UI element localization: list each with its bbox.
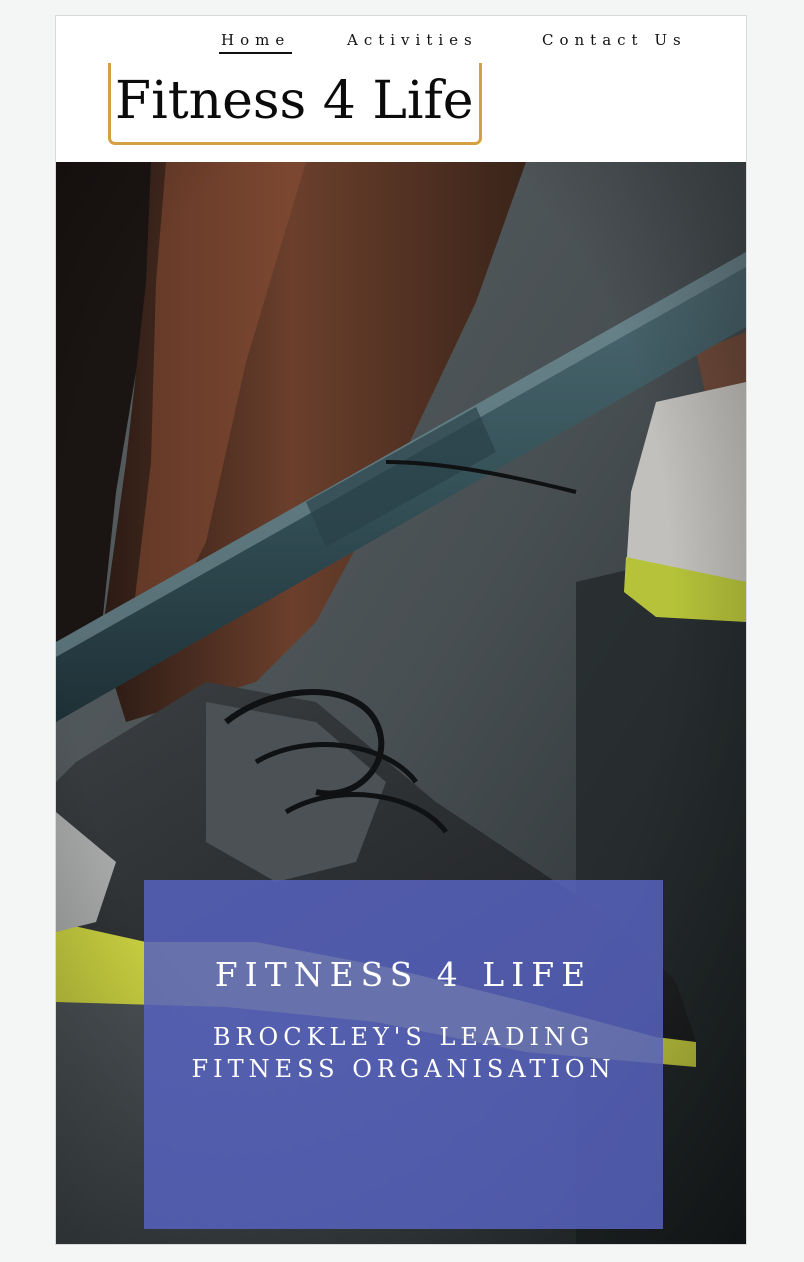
hero-section: FITNESS 4 LIFE BROCKLEY'S LEADING FITNES…	[56, 162, 746, 1244]
nav-link-activities[interactable]: Activities	[347, 30, 478, 50]
nav-link-home[interactable]: Home	[218, 30, 293, 54]
browser-viewport: Home Activities Contact Us Fitness 4 Lif…	[55, 15, 747, 1245]
hero-card: FITNESS 4 LIFE BROCKLEY'S LEADING FITNES…	[144, 880, 663, 1229]
hero-subtitle: BROCKLEY'S LEADING FITNESS ORGANISATION	[191, 1023, 616, 1083]
site-logo[interactable]: Fitness 4 Life	[108, 63, 482, 145]
main-nav: Home Activities Contact Us	[56, 30, 746, 54]
nav-link-contact-us[interactable]: Contact Us	[542, 30, 687, 50]
hero-title: FITNESS 4 LIFE	[214, 955, 593, 994]
site-header: Home Activities Contact Us Fitness 4 Lif…	[56, 16, 746, 162]
logo-text: Fitness 4 Life	[115, 71, 474, 131]
